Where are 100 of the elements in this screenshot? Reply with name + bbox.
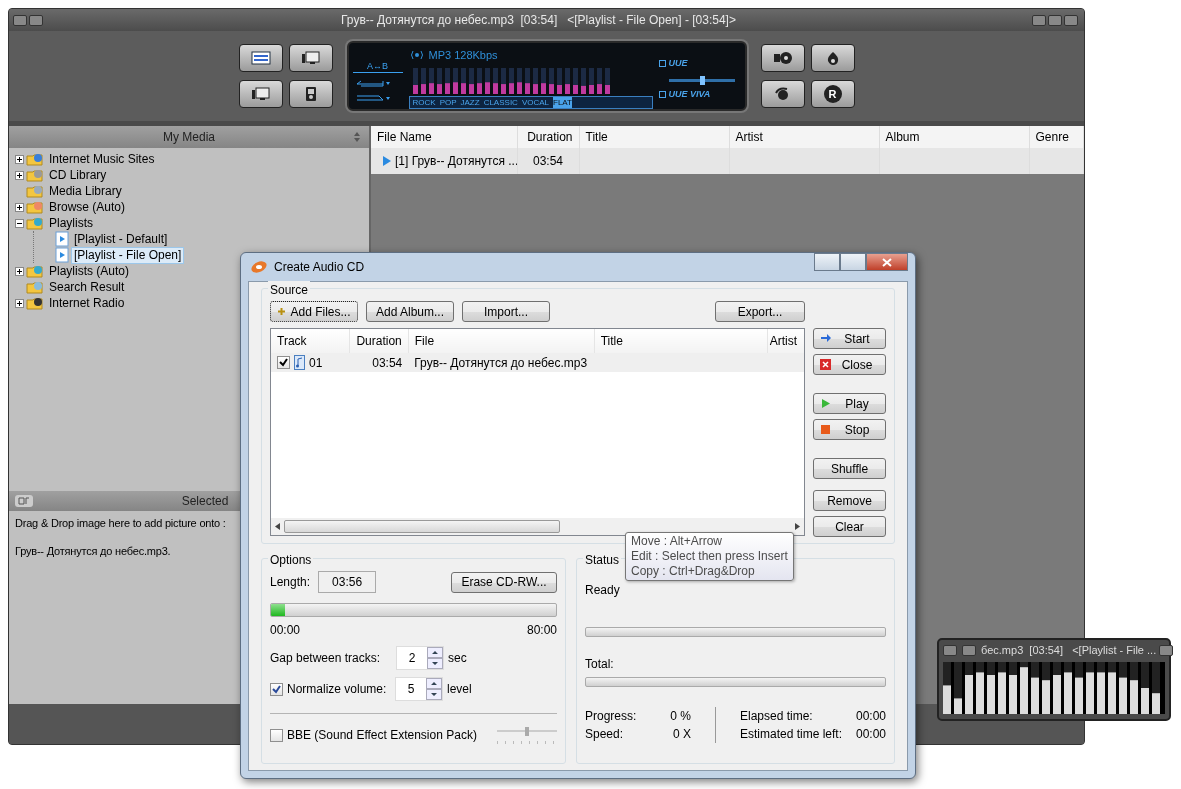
- checkbox-label: BBE (Sound Effect Extension Pack): [287, 727, 477, 744]
- drop-hint: Drag & Drop image here to add picture onto :: [15, 516, 226, 531]
- close-button[interactable]: [1159, 644, 1174, 656]
- action-button[interactable]: Stop: [813, 419, 886, 440]
- toolbar-button[interactable]: [760, 80, 805, 108]
- preset-button[interactable]: FLAT: [553, 96, 572, 108]
- column-header[interactable]: File Name: [371, 126, 517, 148]
- action-button[interactable]: Shuffle: [813, 458, 886, 479]
- column-header[interactable]: Title: [579, 126, 729, 148]
- field-label: Normalize volume:: [287, 681, 388, 698]
- title-bar-button[interactable]: [29, 14, 43, 26]
- collapse-icon[interactable]: [15, 218, 24, 228]
- folder-icon: [26, 152, 44, 166]
- column-header[interactable]: Title: [594, 329, 768, 353]
- column-header[interactable]: Duration: [349, 329, 409, 353]
- preset-button[interactable]: POP: [439, 96, 457, 108]
- left-arrow-icon: [275, 523, 280, 530]
- minimize-button[interactable]: [814, 253, 840, 271]
- playlist-icon: [55, 231, 69, 247]
- checkbox[interactable]: [658, 60, 666, 68]
- table-cell: 03:54: [517, 148, 579, 174]
- folder-icon: [26, 200, 44, 214]
- toolbar-button[interactable]: [238, 44, 283, 72]
- tooltip-line: Edit : Select then press Insert: [631, 549, 788, 564]
- toolbar-button[interactable]: Add Album...: [366, 301, 454, 322]
- minimize-button[interactable]: [1032, 14, 1046, 26]
- action-button[interactable]: Clear: [813, 516, 886, 537]
- title-bar-button[interactable]: [13, 14, 27, 26]
- tree-item[interactable]: Playlists (Auto): [46, 262, 133, 280]
- expand-icon[interactable]: [15, 170, 24, 180]
- preset-button[interactable]: JAZZ: [460, 96, 480, 108]
- folder-icon: [26, 280, 44, 294]
- action-button[interactable]: Close: [813, 354, 886, 375]
- tree-item[interactable]: Internet Music Sites: [46, 150, 158, 168]
- slider-thumb[interactable]: [525, 727, 529, 736]
- checkbox[interactable]: [270, 682, 283, 696]
- maximize-button[interactable]: [840, 253, 866, 271]
- spin-field[interactable]: 5: [395, 677, 443, 701]
- stop-icon: [820, 424, 831, 435]
- column-header[interactable]: Duration: [517, 126, 579, 148]
- slider-thumb[interactable]: [699, 75, 705, 85]
- column-header[interactable]: Album: [879, 126, 1029, 148]
- table-cell-text: 01: [309, 354, 323, 372]
- toolbar-button[interactable]: [760, 44, 805, 72]
- action-button[interactable]: Play: [813, 393, 886, 414]
- maximize-button[interactable]: [1048, 14, 1062, 26]
- expand-icon[interactable]: [15, 266, 24, 276]
- toolbar-button[interactable]: Add Files...: [270, 301, 358, 322]
- erase-button[interactable]: Erase CD-RW...: [451, 571, 557, 593]
- expand-icon[interactable]: [15, 298, 24, 308]
- tree-item[interactable]: CD Library: [46, 166, 110, 184]
- action-button[interactable]: Remove: [813, 490, 886, 511]
- checkbox[interactable]: [658, 90, 666, 98]
- checkbox[interactable]: [270, 728, 283, 742]
- toolbar-button[interactable]: [810, 44, 855, 72]
- stat-label: Elapsed time:: [739, 708, 814, 725]
- tree-item[interactable]: [Playlist - File Open]: [71, 246, 185, 264]
- mini-player-title: бес.mp3 [03:54] <[Playlist - File ...: [981, 643, 1157, 658]
- music-file-icon: [294, 355, 305, 370]
- field-label: Total:: [585, 656, 614, 673]
- table-cell: Грув-- Дотянутся до небес.mp3: [408, 353, 595, 372]
- preset-button[interactable]: ROCK: [412, 96, 436, 108]
- column-header[interactable]: Artist: [729, 126, 879, 148]
- unit-label: level: [447, 681, 472, 698]
- toolbar-button[interactable]: [238, 80, 283, 108]
- tree-item[interactable]: Search Result: [46, 278, 128, 296]
- preset-button[interactable]: VOCAL: [521, 96, 549, 108]
- scrollbar-thumb[interactable]: [284, 520, 560, 533]
- folder-icon: [26, 296, 44, 310]
- toolbar-button[interactable]: Import...: [462, 301, 550, 322]
- tree-item[interactable]: Media Library: [46, 182, 125, 200]
- record-button[interactable]: R: [810, 80, 855, 108]
- checkbox[interactable]: [277, 356, 290, 369]
- column-header[interactable]: Track: [271, 329, 350, 353]
- ab-repeat-button[interactable]: A↔B: [352, 61, 403, 73]
- monitor-icon: [250, 87, 271, 101]
- right-arrow-icon: [795, 523, 800, 530]
- toolbar-button[interactable]: [288, 80, 333, 108]
- length-field[interactable]: 03:56: [318, 571, 377, 593]
- arrow-icon: [820, 333, 831, 344]
- toolbar-button[interactable]: [288, 44, 333, 72]
- spin-field[interactable]: 2: [396, 646, 444, 670]
- toolbar-button[interactable]: Export...: [715, 301, 805, 322]
- tree-item[interactable]: Playlists: [46, 214, 96, 232]
- window-title: Грув-- Дотянутся до небес.mp3 [03:54] <[Playlist - File Open] - [03:54]>: [340, 12, 737, 29]
- action-button[interactable]: Start: [813, 328, 886, 349]
- disc-icon: [250, 260, 268, 274]
- column-header[interactable]: File: [408, 329, 595, 353]
- signal-icon: [408, 50, 425, 61]
- preset-button[interactable]: CLASSIC: [483, 96, 518, 108]
- expand-icon[interactable]: [15, 154, 24, 164]
- tree-item[interactable]: [Playlist - Default]: [71, 230, 171, 248]
- column-header[interactable]: Artist: [767, 329, 804, 353]
- tree-item[interactable]: Browse (Auto): [46, 198, 129, 216]
- column-header[interactable]: Genre: [1029, 126, 1084, 148]
- tree-item[interactable]: Internet Radio: [46, 294, 128, 312]
- expand-icon[interactable]: [15, 202, 24, 212]
- folder-icon: [26, 264, 44, 278]
- plus-icon: [277, 307, 287, 316]
- horizontal-scrollbar[interactable]: [271, 518, 804, 535]
